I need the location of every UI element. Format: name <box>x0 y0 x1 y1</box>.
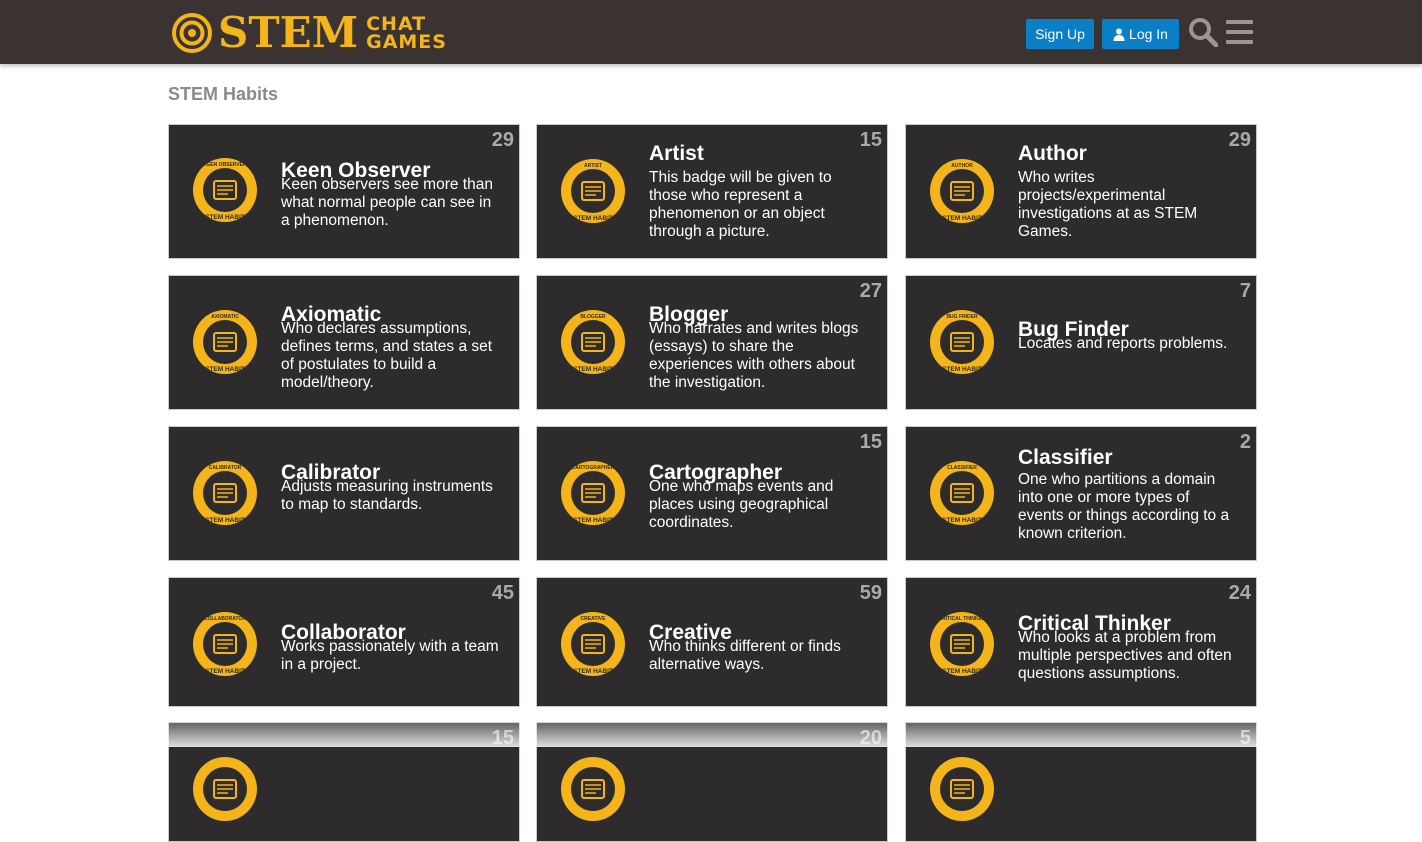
badge-footer-text: STEM HABIT <box>942 517 982 524</box>
logo-text-games: GAMES <box>366 31 447 53</box>
site-logo[interactable]: STEM CHAT GAMES <box>172 11 447 55</box>
badge-description: Adjusts measuring instruments to map to … <box>281 478 493 513</box>
badge-count: 15 <box>859 129 882 151</box>
badge-count: 29 <box>491 129 514 151</box>
badge-description: Who declares assumptions, defines terms,… <box>281 320 493 391</box>
badge-card[interactable]: 24 CRITICAL THINKER STEM HABIT Critical Thi… <box>905 577 1257 707</box>
badge-ring-text: ARTIST <box>584 163 602 169</box>
signup-button[interactable]: Sign Up <box>1026 19 1094 49</box>
badge-description: Keen observers see more than what normal… <box>281 176 493 229</box>
badge-footer-text: STEM HABIT <box>205 366 245 373</box>
badge-card[interactable]: 59 CREATIVE STEM HABIT Creative Who thinks d… <box>536 577 888 707</box>
user-icon <box>1113 28 1125 41</box>
hamburger-menu-icon[interactable] <box>1225 17 1255 47</box>
badge-footer-text: STEM HABIT <box>205 668 245 675</box>
badge-description: This badge will be given to those who re… <box>649 169 832 240</box>
badge-footer-text: STEM HABIT <box>573 366 613 373</box>
badge-description: One who partitions a domain into one or … <box>1018 471 1230 542</box>
badge-ring-text: BUG FINDER <box>946 314 978 320</box>
stacked-pages-icon: CLASSIFIER STEM HABIT <box>930 461 994 525</box>
badge-footer-text: STEM HABIT <box>573 517 613 524</box>
badge-ring-text: AUTHOR <box>951 163 973 169</box>
badge-description: Who looks at a problem from multiple per… <box>1018 629 1232 682</box>
badge-ring-text: CARTOGRAPHER <box>572 465 615 471</box>
badge-count: 7 <box>1239 280 1251 302</box>
lightbulb-icon: CREATIVE STEM HABIT <box>561 612 625 676</box>
badge-card[interactable]: 45 COLLABORATOR STEM HABIT Collaborator Work… <box>168 577 520 707</box>
badge-card[interactable]: 7 BUG FINDER STEM HABIT Bug Finder Locates a… <box>905 275 1257 410</box>
badge-card[interactable]: 15 CARTOGRAPHER STEM HABIT Cartographer One … <box>536 426 888 561</box>
badge-description: One who maps events and places using geo… <box>649 478 834 531</box>
newspaper-icon: KEEN OBSERVER STEM HABIT <box>193 158 257 222</box>
paintbrush-icon: ARTIST STEM HABIT <box>561 159 625 223</box>
login-label: Log In <box>1129 26 1168 42</box>
instrument-icon: CALIBRATOR STEM HABIT <box>193 461 257 525</box>
badge-ring-text: COLLABORATOR <box>204 616 246 622</box>
badge-title: Author <box>1018 142 1087 165</box>
site-header: STEM CHAT GAMES Sign Up Log In <box>0 0 1422 64</box>
team-icon: COLLABORATOR STEM HABIT <box>193 612 257 676</box>
badge-card[interactable]: 29 AUTHOR STEM HABIT Author Who writes proje… <box>905 124 1257 259</box>
badge-ring-text: CALIBRATOR <box>209 465 242 471</box>
badge-description: Who writes projects/experimental investi… <box>1018 169 1198 240</box>
badge-description: Locates and reports problems. <box>1018 335 1228 352</box>
badge-description: Who narrates and writes blogs (essays) t… <box>649 320 859 391</box>
typewriter-icon: AUTHOR STEM HABIT <box>930 159 994 223</box>
warning-icon: BUG FINDER STEM HABIT <box>930 310 994 374</box>
badge-count: 2 <box>1239 431 1251 453</box>
badge-icon <box>930 757 994 821</box>
monitor-icon: BLOGGER STEM HABIT <box>561 310 625 374</box>
target-logo-icon <box>172 13 212 53</box>
badge-card[interactable]: 29 KEEN OBSERVER STEM HABIT Keen Observer Ke… <box>168 124 520 259</box>
badge-icon <box>561 757 625 821</box>
badge-count: 59 <box>859 582 882 604</box>
badge-footer-text: STEM HABIT <box>205 214 245 221</box>
page-title: STEM Habits <box>168 84 279 104</box>
badge-card[interactable]: CALIBRATOR STEM HABIT Calibrator Adjusts me… <box>168 426 520 561</box>
badge-ring-text: KEEN OBSERVER <box>203 162 247 168</box>
badge-count: 15 <box>859 431 882 453</box>
logo-text-main: STEM <box>218 8 359 57</box>
badge-title: Classifier <box>1018 446 1113 469</box>
login-button[interactable]: Log In <box>1102 19 1179 49</box>
badge-count: 24 <box>1228 582 1251 604</box>
badge-description: Who thinks different or finds alternativ… <box>649 638 841 673</box>
badge-card[interactable]: 15 <box>168 722 520 842</box>
badge-icon <box>193 757 257 821</box>
badge-footer-text: STEM HABIT <box>942 366 982 373</box>
head-gear-icon: CRITICAL THINKER STEM HABIT <box>930 612 994 676</box>
badge-count: 45 <box>491 582 514 604</box>
badge-footer-text: STEM HABIT <box>205 517 245 524</box>
signup-label: Sign Up <box>1035 26 1085 42</box>
badge-card[interactable]: 15 ARTIST STEM HABIT Artist This badge will … <box>536 124 888 259</box>
search-icon[interactable] <box>1188 17 1218 47</box>
badge-ring-text: CRITICAL THINKER <box>939 616 986 622</box>
logo-text-sub: CHAT GAMES <box>366 15 447 53</box>
badge-card[interactable]: AXIOMATIC STEM HABIT Axiomatic Who declares… <box>168 275 520 410</box>
badge-card[interactable]: 20 <box>536 722 888 842</box>
badge-card[interactable]: 2 CLASSIFIER STEM HABIT Classifier One who p… <box>905 426 1257 561</box>
badge-card[interactable]: 5 <box>905 722 1257 842</box>
badge-footer-text: STEM HABIT <box>942 215 982 222</box>
badge-description: Works passionately with a team in a proj… <box>281 638 499 673</box>
badge-title: Artist <box>649 142 704 165</box>
badge-ring-text: CLASSIFIER <box>947 465 977 471</box>
badge-card[interactable]: 27 BLOGGER STEM HABIT Blogger Who narrates a… <box>536 275 888 410</box>
badge-ring-text: AXIOMATIC <box>211 314 239 320</box>
badge-count: 29 <box>1228 129 1251 151</box>
globe-icon: CARTOGRAPHER STEM HABIT <box>561 461 625 525</box>
badge-footer-text: STEM HABIT <box>573 668 613 675</box>
badge-count: 27 <box>859 280 882 302</box>
badge-ring-text: CREATIVE <box>581 616 607 622</box>
crystal-icon: AXIOMATIC STEM HABIT <box>193 310 257 374</box>
badge-ring-text: BLOGGER <box>580 314 606 320</box>
badge-footer-text: STEM HABIT <box>942 668 982 675</box>
badge-footer-text: STEM HABIT <box>573 215 613 222</box>
